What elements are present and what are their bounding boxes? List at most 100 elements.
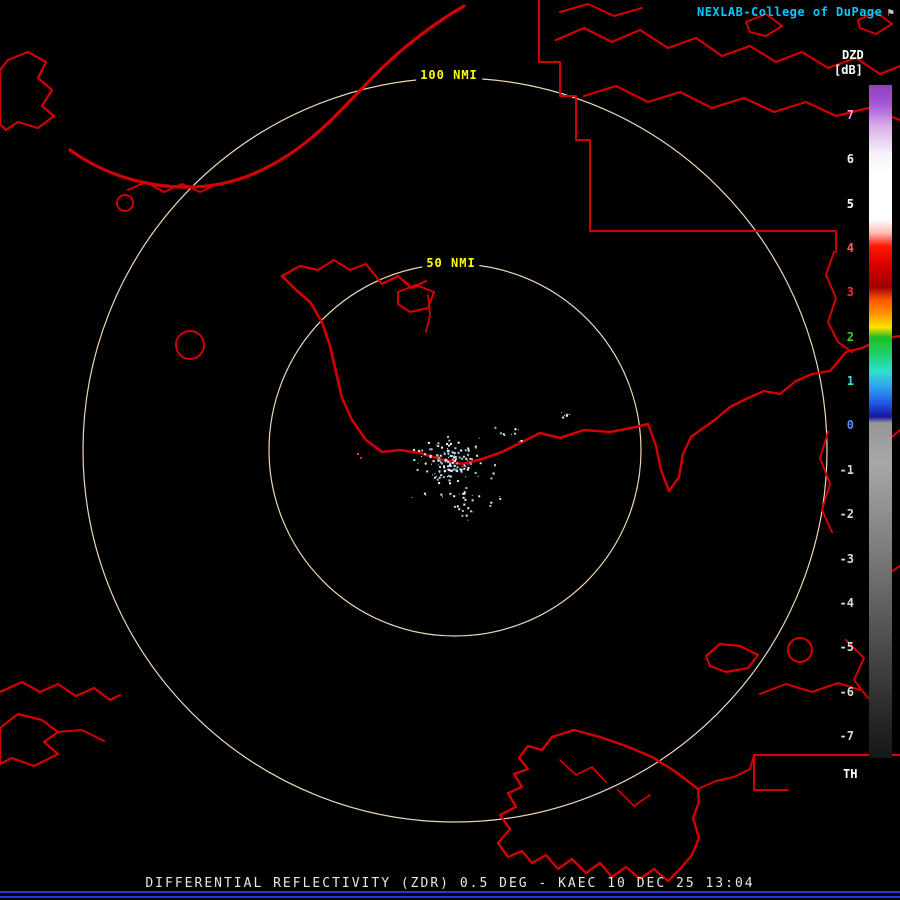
radar-display: NEXLAB-College of DuPage ⚑ DZD [dB] 7654… bbox=[0, 0, 900, 900]
radar-echo bbox=[448, 445, 450, 447]
radar-echo bbox=[566, 415, 568, 417]
radar-echo bbox=[493, 473, 495, 475]
radar-echo bbox=[437, 479, 439, 481]
radar-echo bbox=[479, 438, 480, 439]
radar-echo bbox=[430, 455, 432, 457]
radar-echo bbox=[465, 476, 466, 477]
radar-echo bbox=[426, 470, 428, 472]
radar-echo bbox=[490, 502, 492, 504]
radar-echo bbox=[454, 460, 456, 462]
radar-echo bbox=[446, 443, 448, 445]
radar-echo bbox=[461, 515, 463, 517]
radar-echo bbox=[428, 442, 430, 444]
colorbar-ticks: 76543210-1-2-3-4-5-6-7 bbox=[826, 0, 858, 900]
colorbar-tick: -2 bbox=[840, 507, 854, 521]
radar-echo bbox=[452, 459, 454, 461]
radar-echo bbox=[475, 448, 476, 449]
coastline-path bbox=[58, 730, 104, 741]
radar-echo bbox=[461, 458, 463, 460]
radar-echo bbox=[467, 448, 469, 450]
radar-echo bbox=[447, 465, 449, 467]
coastline-path bbox=[539, 0, 836, 252]
colorbar-tick: 6 bbox=[847, 152, 854, 166]
coastline-path bbox=[560, 760, 606, 782]
radar-echo bbox=[434, 473, 435, 474]
radar-echo bbox=[472, 495, 473, 496]
radar-echo bbox=[439, 470, 441, 472]
radar-echo bbox=[500, 432, 502, 434]
radar-echo bbox=[515, 428, 517, 430]
radar-echo bbox=[463, 468, 465, 470]
radar-echo bbox=[438, 482, 440, 484]
radar-echo bbox=[447, 451, 448, 452]
radar-echo bbox=[473, 511, 474, 512]
radar-echo bbox=[470, 510, 472, 512]
radar-echo bbox=[519, 441, 520, 442]
radar-echo bbox=[463, 497, 465, 499]
colorbar-tick: 0 bbox=[847, 418, 854, 432]
radar-echo bbox=[480, 462, 482, 464]
coastline-path bbox=[706, 644, 758, 672]
radar-echo bbox=[467, 460, 468, 461]
radar-echo bbox=[460, 450, 461, 451]
radar-echo bbox=[564, 415, 565, 416]
map-layer bbox=[0, 0, 900, 900]
radar-echo bbox=[499, 496, 500, 497]
radar-echo bbox=[489, 505, 491, 507]
radar-echo bbox=[447, 436, 449, 438]
radar-echo bbox=[463, 504, 465, 506]
radar-echo bbox=[463, 456, 465, 458]
radar-echo bbox=[424, 493, 426, 495]
radar-echo bbox=[434, 477, 436, 479]
radar-echo bbox=[452, 463, 453, 464]
coastline-path bbox=[70, 6, 464, 187]
radar-echo bbox=[458, 452, 460, 454]
radar-echo bbox=[450, 476, 452, 478]
radar-echo bbox=[499, 498, 501, 500]
bottom-separator-line bbox=[0, 896, 900, 898]
radar-echo bbox=[433, 460, 435, 462]
coastline-path bbox=[0, 714, 58, 766]
radar-echo bbox=[418, 450, 420, 452]
radar-echo bbox=[453, 456, 455, 458]
radar-echo bbox=[514, 433, 516, 435]
radar-echo bbox=[561, 412, 562, 413]
radar-echo bbox=[475, 446, 477, 448]
radar-echo bbox=[511, 434, 512, 435]
radar-echo bbox=[450, 455, 452, 457]
radar-echo bbox=[464, 491, 466, 493]
radar-echo bbox=[449, 465, 451, 467]
radar-echo bbox=[462, 466, 463, 467]
radar-echo bbox=[518, 429, 519, 430]
radar-echo bbox=[478, 476, 479, 477]
radar-echo bbox=[440, 474, 442, 476]
colorbar-tick: -3 bbox=[840, 552, 854, 566]
radar-echo bbox=[453, 495, 455, 497]
radar-echo bbox=[458, 508, 460, 510]
radar-echo bbox=[494, 464, 496, 466]
colorbar-tick: 3 bbox=[847, 285, 854, 299]
brand: NEXLAB-College of DuPage ⚑ bbox=[697, 5, 894, 19]
radar-echo bbox=[412, 497, 413, 498]
radar-echo bbox=[443, 476, 445, 478]
radar-echo bbox=[425, 463, 427, 465]
colorbar-tick: 5 bbox=[847, 197, 854, 211]
radar-echo bbox=[465, 466, 466, 467]
coastline-path bbox=[618, 790, 650, 806]
range-ring-label-50: 50 NMI bbox=[422, 256, 479, 270]
radar-echo bbox=[467, 507, 469, 509]
map-circle bbox=[176, 331, 204, 359]
radar-echo bbox=[447, 476, 448, 477]
radar-echo bbox=[455, 469, 457, 471]
radar-echo bbox=[467, 454, 469, 456]
radar-echo bbox=[454, 465, 456, 467]
radar-echo bbox=[440, 455, 442, 457]
radar-echo bbox=[466, 515, 468, 517]
radar-echo bbox=[457, 505, 459, 507]
radar-echo bbox=[357, 453, 359, 455]
radar-echo bbox=[437, 445, 439, 447]
coastline-path bbox=[698, 755, 754, 789]
radar-echo bbox=[475, 472, 477, 474]
radar-echo bbox=[472, 499, 474, 501]
radar-echo bbox=[413, 459, 415, 461]
